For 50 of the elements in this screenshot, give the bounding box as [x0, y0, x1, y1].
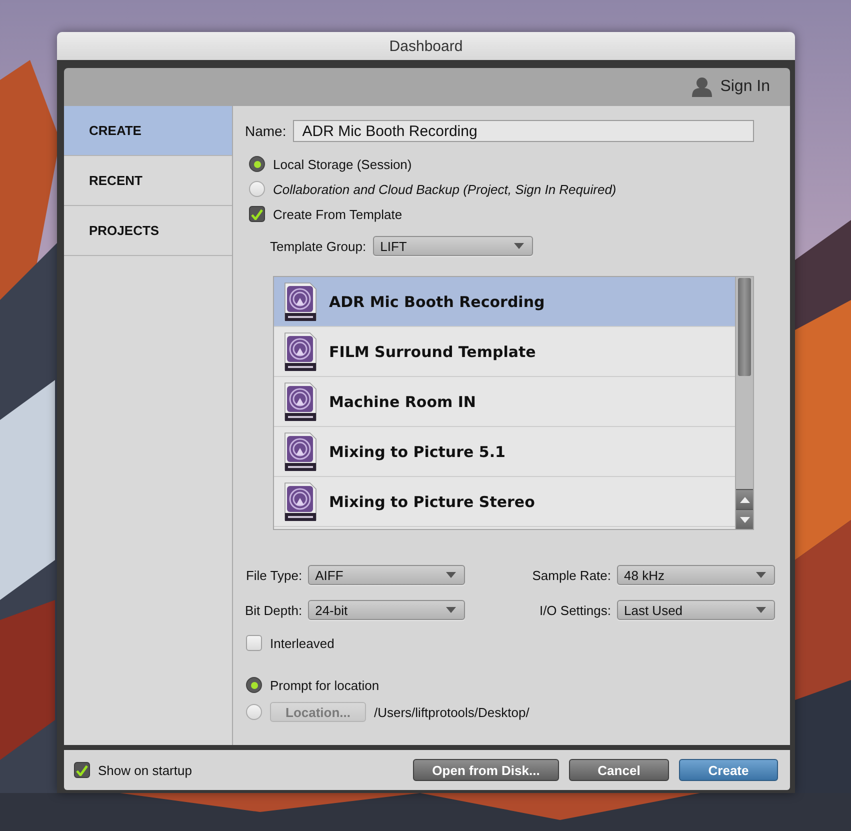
checkbox[interactable] — [246, 635, 262, 651]
dialog-button[interactable]: Open from Disk... — [413, 759, 559, 781]
sidebar-item[interactable]: CREATE — [64, 106, 232, 156]
caret-icon — [446, 572, 456, 578]
dropdown[interactable]: 24-bit — [308, 600, 466, 620]
template-row[interactable]: ADR Mic Booth Recording — [274, 277, 735, 327]
sign-in-link[interactable]: Sign In — [720, 78, 770, 96]
template-file-icon — [284, 282, 317, 322]
scrollbar[interactable] — [735, 277, 753, 529]
check-icon — [76, 764, 88, 776]
option-label: Local Storage (Session) — [273, 156, 412, 172]
dropdown[interactable]: AIFF — [308, 565, 466, 585]
person-icon — [692, 77, 712, 97]
scroll-down-icon[interactable] — [740, 516, 750, 522]
checkbox[interactable] — [74, 762, 90, 778]
option-label: Collaboration and Cloud Backup (Project, Sign In Required) — [273, 182, 616, 196]
template-file-icon — [284, 482, 317, 522]
radio-button[interactable] — [249, 156, 265, 172]
option-label: Prompt for location — [270, 678, 380, 692]
dialog-button[interactable]: Cancel — [569, 759, 669, 781]
dropdown[interactable]: Last Used — [617, 600, 775, 620]
check-icon — [251, 208, 263, 220]
dropdown[interactable]: 48 kHz — [617, 565, 775, 585]
template-group-label: Template Group: — [270, 238, 366, 254]
setting-label: File Type: — [245, 568, 302, 582]
option-label: Interleaved — [270, 636, 334, 650]
caret-icon — [756, 572, 766, 578]
template-file-icon — [284, 382, 317, 422]
checkbox[interactable] — [249, 206, 265, 222]
radio-button[interactable] — [246, 677, 262, 693]
option-label: Create From Template — [273, 206, 402, 222]
radio-button[interactable] — [249, 181, 265, 197]
option-label: Show on startup — [98, 762, 192, 778]
name-label: Name: — [245, 123, 286, 139]
name-field[interactable]: ADR Mic Booth Recording — [293, 120, 754, 142]
caret-icon — [514, 243, 524, 249]
sidebar-item[interactable]: PROJECTS — [64, 206, 232, 256]
setting-label: I/O Settings: — [538, 602, 611, 618]
setting-label: Bit Depth: — [245, 602, 302, 618]
caret-icon — [446, 607, 456, 613]
location-path: /Users/liftprotools/Desktop/ — [374, 704, 530, 720]
sidebar-item[interactable]: RECENT — [64, 156, 232, 206]
scroll-up-icon[interactable] — [740, 496, 750, 502]
dialog-button[interactable]: Create — [679, 759, 778, 781]
window-title: Dashboard — [57, 32, 795, 60]
setting-label: Sample Rate: — [532, 568, 611, 582]
caret-icon — [756, 607, 766, 613]
template-file-icon — [284, 332, 317, 372]
template-file-icon — [284, 432, 317, 472]
dropdown[interactable]: LIFT — [373, 236, 534, 256]
